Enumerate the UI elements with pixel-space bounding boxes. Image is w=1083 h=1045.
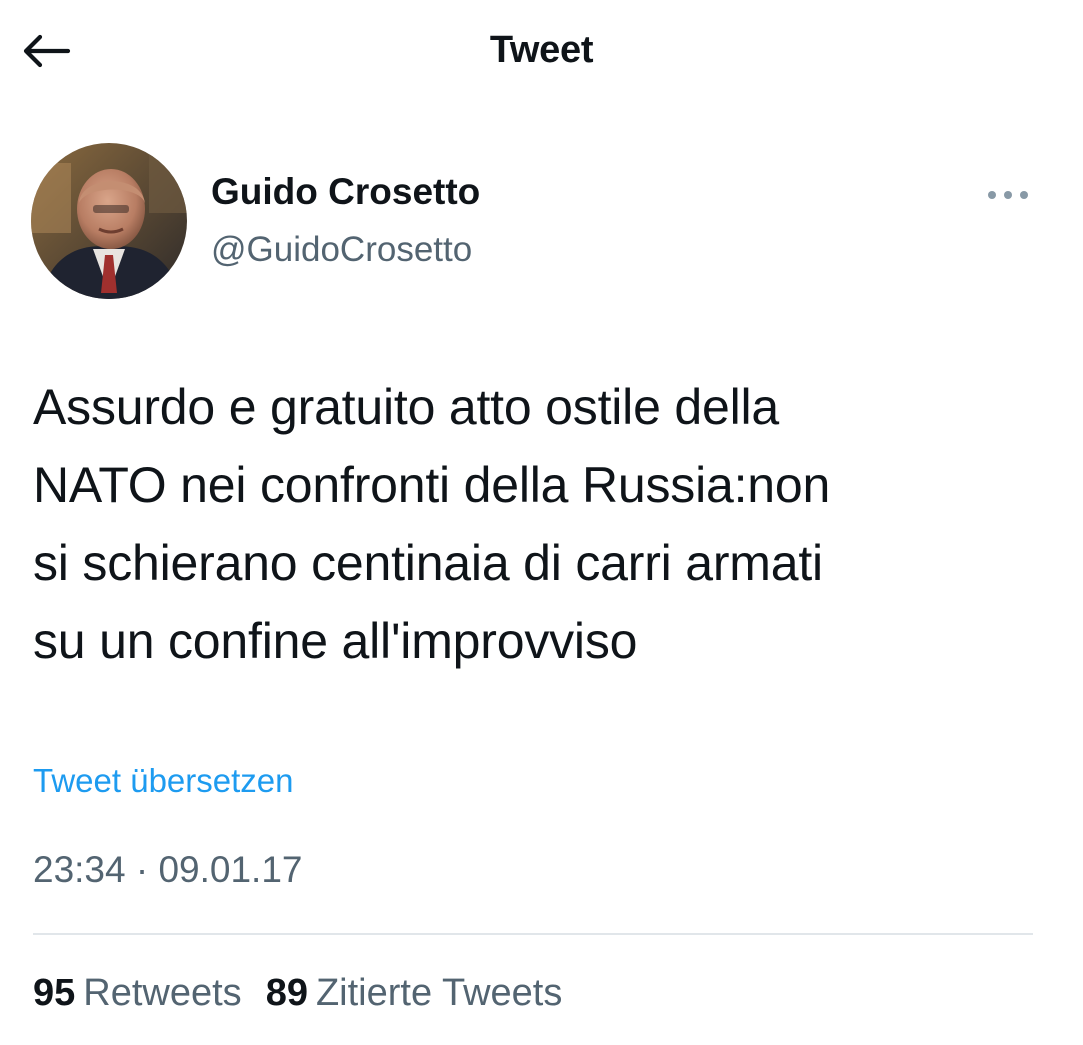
author-name[interactable]: Guido Crosetto bbox=[211, 168, 480, 216]
divider bbox=[33, 933, 1033, 935]
tweet-text-line: NATO nei confronti della Russia:non bbox=[33, 457, 831, 513]
tweet-stats: 95 Retweets 89 Zitierte Tweets bbox=[33, 966, 562, 1020]
author-handle[interactable]: @GuidoCrosetto bbox=[211, 226, 472, 274]
retweets-label: Retweets bbox=[83, 972, 242, 1014]
retweets-stat[interactable]: 95 Retweets bbox=[33, 966, 242, 1020]
more-horizontal-icon bbox=[988, 191, 1028, 199]
tweet-text-line: Assurdo e gratuito atto ostile della bbox=[33, 379, 780, 435]
quote-tweets-count: 89 bbox=[265, 972, 308, 1014]
tweet-text: Assurdo e gratuito atto ostile della NAT… bbox=[33, 368, 1053, 680]
quote-tweets-stat[interactable]: 89 Zitierte Tweets bbox=[266, 966, 563, 1020]
tweet-text-line: su un confine all'improvviso bbox=[33, 613, 638, 669]
tweet-timestamp[interactable]: 23:34 · 09.01.17 bbox=[33, 846, 303, 894]
user-avatar-photo bbox=[31, 143, 187, 299]
top-bar: Tweet bbox=[0, 0, 1083, 100]
translate-tweet-link[interactable]: Tweet übersetzen bbox=[33, 760, 294, 802]
avatar[interactable] bbox=[31, 143, 187, 299]
quote-tweets-label: Zitierte Tweets bbox=[315, 972, 563, 1014]
more-options-button[interactable] bbox=[982, 178, 1034, 212]
retweets-count: 95 bbox=[33, 972, 76, 1014]
tweet-text-line: si schierano centinaia di carri armati bbox=[33, 535, 823, 591]
page-title: Tweet bbox=[489, 29, 594, 71]
